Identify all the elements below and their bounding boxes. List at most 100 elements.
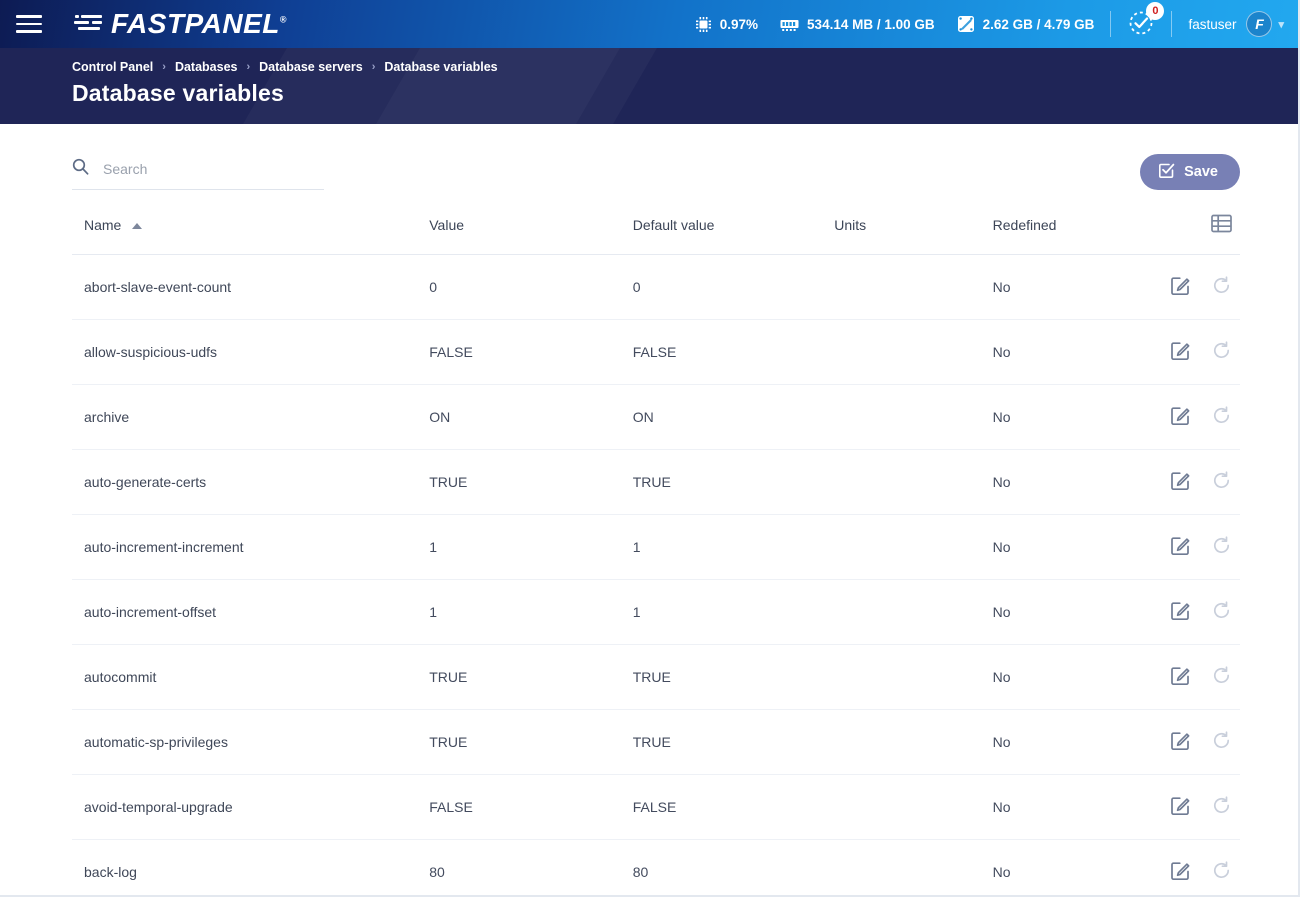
breadcrumb-item-database-servers[interactable]: Database servers xyxy=(259,60,363,74)
cell-actions xyxy=(1150,839,1240,897)
breadcrumb-item-database-variables[interactable]: Database variables xyxy=(384,60,497,74)
edit-pencil-icon[interactable] xyxy=(1170,535,1191,559)
cell-name: allow-suspicious-udfs xyxy=(72,319,430,385)
reset-refresh-icon[interactable] xyxy=(1211,535,1232,559)
disk-stat[interactable]: 2.62 GB / 4.79 GB xyxy=(957,15,1094,33)
column-header-name-label: Name xyxy=(84,217,122,233)
cell-units xyxy=(834,449,993,515)
hamburger-menu-icon[interactable] xyxy=(12,9,46,39)
cell-name: autocommit xyxy=(72,644,430,710)
edit-pencil-icon[interactable] xyxy=(1170,665,1191,689)
username-label: fastuser xyxy=(1188,16,1237,32)
reset-refresh-icon[interactable] xyxy=(1211,795,1232,819)
reset-refresh-icon[interactable] xyxy=(1211,340,1232,364)
cell-value: ON xyxy=(429,384,633,450)
page-header-band: Control Panel › Databases › Database ser… xyxy=(0,48,1298,124)
topbar-divider-1 xyxy=(1110,11,1112,37)
cpu-icon xyxy=(695,16,712,33)
cell-redefined: No xyxy=(992,774,1150,840)
cell-value: 1 xyxy=(429,514,633,580)
disk-icon xyxy=(957,15,975,33)
column-header-units[interactable]: Units xyxy=(834,214,993,255)
cell-value: 1 xyxy=(429,579,633,645)
cell-name: abort-slave-event-count xyxy=(72,254,430,320)
table-row: autocommit TRUE TRUE No xyxy=(72,644,1240,710)
column-header-redefined[interactable]: Redefined xyxy=(992,214,1150,255)
cell-default-value: 80 xyxy=(632,839,835,897)
app-window: FASTPANEL® 0.97% 534.14 MB / 1.00 GB 2.6… xyxy=(0,0,1300,897)
cell-value: FALSE xyxy=(429,774,633,840)
column-header-value[interactable]: Value xyxy=(429,214,633,255)
brand-logo[interactable]: FASTPANEL® xyxy=(74,10,287,38)
brand-name: FASTPANEL® xyxy=(111,10,287,38)
cell-actions xyxy=(1150,384,1240,450)
breadcrumb-item-databases[interactable]: Databases xyxy=(175,60,238,74)
cell-units xyxy=(834,839,993,897)
cell-name: archive xyxy=(72,384,430,450)
brand-registered-mark: ® xyxy=(279,14,288,25)
table-columns-icon xyxy=(1211,214,1232,236)
cell-units xyxy=(834,774,993,840)
cell-name: automatic-sp-privileges xyxy=(72,709,430,775)
cell-default-value: TRUE xyxy=(632,449,835,515)
cell-redefined: No xyxy=(992,644,1150,710)
table-row: auto-increment-increment 1 1 No xyxy=(72,514,1240,580)
edit-pencil-icon[interactable] xyxy=(1170,795,1191,819)
table-row: back-log 80 80 No xyxy=(72,839,1240,897)
notifications-button[interactable]: 0 xyxy=(1127,1,1165,40)
reset-refresh-icon[interactable] xyxy=(1211,860,1232,884)
edit-pencil-icon[interactable] xyxy=(1170,470,1191,494)
sort-ascending-icon xyxy=(132,223,143,230)
edit-pencil-icon[interactable] xyxy=(1170,340,1191,364)
cell-default-value: 1 xyxy=(632,514,835,580)
breadcrumb-item-control-panel[interactable]: Control Panel xyxy=(72,60,153,74)
cell-default-value: TRUE xyxy=(632,644,835,710)
cpu-stat[interactable]: 0.97% xyxy=(695,16,758,33)
reset-refresh-icon[interactable] xyxy=(1211,730,1232,754)
column-header-default-value[interactable]: Default value xyxy=(632,214,835,255)
cell-name: auto-increment-increment xyxy=(72,514,430,580)
save-button[interactable]: Save xyxy=(1140,154,1240,190)
cell-units xyxy=(834,579,993,645)
table-row: archive ON ON No xyxy=(72,384,1240,450)
edit-pencil-icon[interactable] xyxy=(1170,275,1191,299)
database-variables-table: Name Value Default value Units Redefined xyxy=(72,214,1240,897)
breadcrumb-separator: › xyxy=(371,61,376,73)
reset-refresh-icon[interactable] xyxy=(1211,665,1232,689)
edit-pencil-icon[interactable] xyxy=(1170,600,1191,624)
cell-redefined: No xyxy=(992,254,1150,320)
search-icon xyxy=(72,158,89,180)
reset-refresh-icon[interactable] xyxy=(1211,470,1232,494)
edit-pencil-icon[interactable] xyxy=(1170,860,1191,884)
breadcrumb-separator: › xyxy=(162,61,166,73)
user-menu[interactable]: fastuser F ▾ xyxy=(1188,11,1284,37)
fastpanel-sliders-icon xyxy=(74,13,104,35)
brand-name-text: FASTPANEL xyxy=(111,8,280,39)
toolbar: Save xyxy=(72,124,1240,190)
table-header-row: Name Value Default value Units Redefined xyxy=(72,214,1240,255)
reset-refresh-icon[interactable] xyxy=(1211,600,1232,624)
column-header-name[interactable]: Name xyxy=(72,214,430,255)
cell-default-value: FALSE xyxy=(632,774,835,840)
cell-units xyxy=(834,384,993,450)
cell-name: auto-generate-certs xyxy=(72,449,430,515)
cell-actions xyxy=(1150,774,1240,840)
cell-default-value: ON xyxy=(632,384,835,450)
table-head: Name Value Default value Units Redefined xyxy=(72,214,1240,255)
cell-redefined: No xyxy=(992,839,1150,897)
ram-icon xyxy=(780,17,799,32)
ram-stat[interactable]: 534.14 MB / 1.00 GB xyxy=(780,17,935,32)
table-row: avoid-temporal-upgrade FALSE FALSE No xyxy=(72,774,1240,840)
topbar-divider-2 xyxy=(1171,11,1173,37)
reset-refresh-icon[interactable] xyxy=(1211,405,1232,429)
cell-actions xyxy=(1150,514,1240,580)
edit-pencil-icon[interactable] xyxy=(1170,405,1191,429)
cell-name: avoid-temporal-upgrade xyxy=(72,774,430,840)
cell-redefined: No xyxy=(992,579,1150,645)
edit-pencil-icon[interactable] xyxy=(1170,730,1191,754)
column-settings-button[interactable] xyxy=(1150,214,1240,255)
cell-value: TRUE xyxy=(429,709,633,775)
reset-refresh-icon[interactable] xyxy=(1211,275,1232,299)
table-row: automatic-sp-privileges TRUE TRUE No xyxy=(72,709,1240,775)
search-input[interactable] xyxy=(101,160,324,178)
